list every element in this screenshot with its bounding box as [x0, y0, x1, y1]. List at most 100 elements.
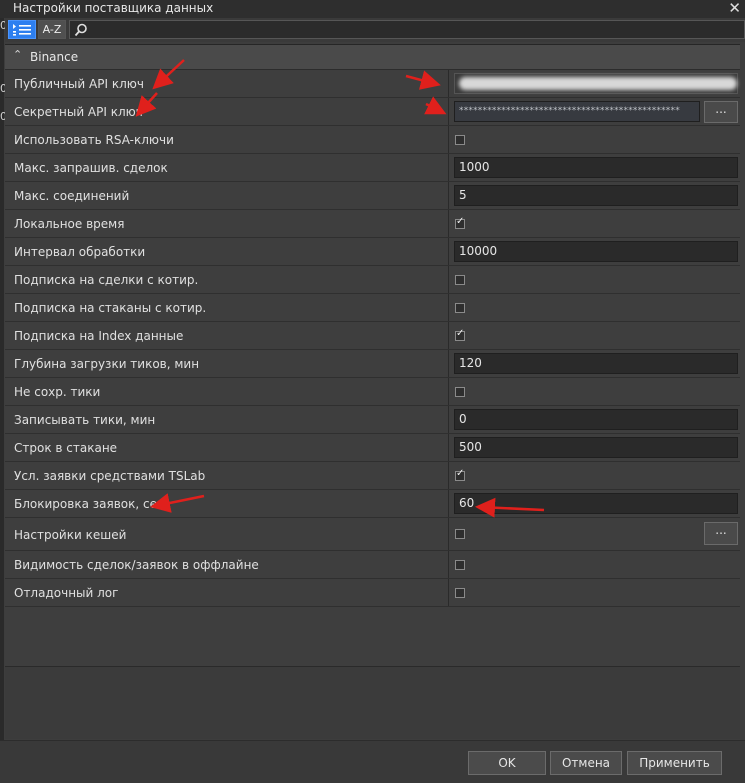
- property-row[interactable]: Настройки кешей ...: [5, 518, 740, 551]
- secret-api-key-field[interactable]: ****************************************…: [454, 101, 700, 122]
- property-label: Макс. соединений: [14, 189, 130, 203]
- property-row[interactable]: Отладочный лог: [5, 579, 740, 607]
- title-bar: Настройки поставщика данных ✕: [0, 0, 745, 18]
- column-divider: [448, 126, 449, 153]
- column-divider: [448, 434, 449, 461]
- max-connections-field[interactable]: 5: [454, 185, 738, 206]
- apply-button[interactable]: Применить: [627, 751, 722, 775]
- property-row[interactable]: Локальное время ✓: [5, 210, 740, 238]
- property-label: Отладочный лог: [14, 586, 119, 600]
- record-ticks-field[interactable]: 0: [454, 409, 738, 430]
- categorized-view-button[interactable]: [8, 20, 36, 39]
- column-divider: [448, 462, 449, 489]
- tick-depth-field[interactable]: 120: [454, 353, 738, 374]
- property-label: Усл. заявки средствами TSLab: [14, 469, 206, 483]
- property-row[interactable]: Макс. запрашив. сделок 1000: [5, 154, 740, 182]
- tslab-orders-checkbox[interactable]: ✓: [455, 468, 465, 481]
- column-divider: [448, 490, 449, 517]
- column-divider: [448, 98, 449, 125]
- property-label: Интервал обработки: [14, 245, 146, 259]
- trades-subscription-checkbox[interactable]: [455, 275, 465, 285]
- description-panel: [5, 666, 740, 739]
- property-label: Блокировка заявок, сек: [14, 497, 165, 511]
- column-divider: [448, 406, 449, 433]
- property-row[interactable]: Глубина загрузки тиков, мин 120: [5, 350, 740, 378]
- property-label: Макс. запрашив. сделок: [14, 161, 168, 175]
- column-divider: [448, 210, 449, 237]
- background-window-edge: 0 0 0: [0, 18, 7, 782]
- property-label: Секретный API ключ: [14, 105, 143, 119]
- property-row[interactable]: Записывать тики, мин 0: [5, 406, 740, 434]
- column-divider: [448, 70, 449, 97]
- column-divider: [448, 322, 449, 349]
- debug-log-checkbox[interactable]: [455, 588, 465, 598]
- property-label: Подписка на стаканы с котир.: [14, 301, 207, 315]
- property-toolbar: A-Z: [5, 18, 745, 42]
- public-api-key-field[interactable]: [454, 73, 738, 94]
- check-icon: ✓: [456, 468, 465, 479]
- rsa-keys-checkbox[interactable]: [455, 135, 465, 145]
- orderbook-rows-field[interactable]: 500: [454, 437, 738, 458]
- property-label: Настройки кешей: [14, 528, 127, 542]
- processing-interval-field[interactable]: 10000: [454, 241, 738, 262]
- column-divider: [448, 378, 449, 405]
- property-row[interactable]: Подписка на стаканы с котир.: [5, 294, 740, 322]
- property-label: Записывать тики, мин: [14, 413, 156, 427]
- categorized-icon: [13, 24, 31, 36]
- property-label: Публичный API ключ: [14, 77, 144, 91]
- secret-key-edit-button[interactable]: ...: [704, 101, 738, 123]
- property-row[interactable]: Не сохр. тики: [5, 378, 740, 406]
- property-row[interactable]: Усл. заявки средствами TSLab ✓: [5, 462, 740, 490]
- check-icon: ✓: [456, 328, 465, 339]
- local-time-checkbox[interactable]: ✓: [455, 216, 465, 229]
- property-row[interactable]: Интервал обработки 10000: [5, 238, 740, 266]
- property-label: Использовать RSA-ключи: [14, 133, 174, 147]
- property-row[interactable]: Использовать RSA-ключи: [5, 126, 740, 154]
- property-row-public-key[interactable]: Публичный API ключ: [5, 70, 740, 98]
- ok-button[interactable]: OK: [468, 751, 546, 775]
- column-divider: [448, 266, 449, 293]
- column-divider: [448, 551, 449, 578]
- property-row[interactable]: Блокировка заявок, сек 60: [5, 490, 740, 518]
- property-row[interactable]: Подписка на Index данные ✓: [5, 322, 740, 350]
- check-icon: ✓: [456, 216, 465, 227]
- column-divider: [448, 518, 449, 550]
- column-divider: [448, 294, 449, 321]
- column-divider: [448, 579, 449, 606]
- index-subscription-checkbox[interactable]: ✓: [455, 328, 465, 341]
- property-row[interactable]: Подписка на сделки с котир.: [5, 266, 740, 294]
- property-grid: ⌃ Binance Публичный API ключ Секретный A…: [5, 44, 740, 667]
- property-label: Локальное время: [14, 217, 125, 231]
- close-icon[interactable]: ✕: [728, 0, 741, 17]
- group-name: Binance: [30, 50, 79, 64]
- search-input[interactable]: [69, 20, 745, 39]
- cache-settings-checkbox[interactable]: [455, 529, 465, 539]
- orderbook-subscription-checkbox[interactable]: [455, 303, 465, 313]
- window-title: Настройки поставщика данных: [13, 1, 214, 15]
- column-divider: [448, 182, 449, 209]
- property-label: Глубина загрузки тиков, мин: [14, 357, 200, 371]
- chevron-up-icon[interactable]: ⌃: [13, 48, 22, 61]
- dont-save-ticks-checkbox[interactable]: [455, 387, 465, 397]
- group-header-binance[interactable]: ⌃ Binance: [5, 45, 740, 70]
- column-divider: [448, 238, 449, 265]
- property-label: Видимость сделок/заявок в оффлайне: [14, 558, 259, 572]
- property-label: Не сохр. тики: [14, 385, 101, 399]
- cache-settings-button[interactable]: ...: [704, 522, 738, 545]
- column-divider: [448, 350, 449, 377]
- property-row[interactable]: Макс. соединений 5: [5, 182, 740, 210]
- alphabetical-view-button[interactable]: A-Z: [38, 20, 66, 39]
- property-label: Строк в стакане: [14, 441, 118, 455]
- property-row-secret-key[interactable]: Секретный API ключ *********************…: [5, 98, 740, 126]
- property-row[interactable]: Строк в стакане 500: [5, 434, 740, 462]
- offline-visibility-checkbox[interactable]: [455, 560, 465, 570]
- column-divider: [448, 154, 449, 181]
- order-lock-field[interactable]: 60: [454, 493, 738, 514]
- max-trades-field[interactable]: 1000: [454, 157, 738, 178]
- dialog-footer: OK Отмена Применить: [0, 740, 745, 783]
- cancel-button[interactable]: Отмена: [550, 751, 622, 775]
- property-label: Подписка на сделки с котир.: [14, 273, 199, 287]
- property-row[interactable]: Видимость сделок/заявок в оффлайне: [5, 551, 740, 579]
- search-icon: [74, 23, 87, 37]
- property-label: Подписка на Index данные: [14, 329, 184, 343]
